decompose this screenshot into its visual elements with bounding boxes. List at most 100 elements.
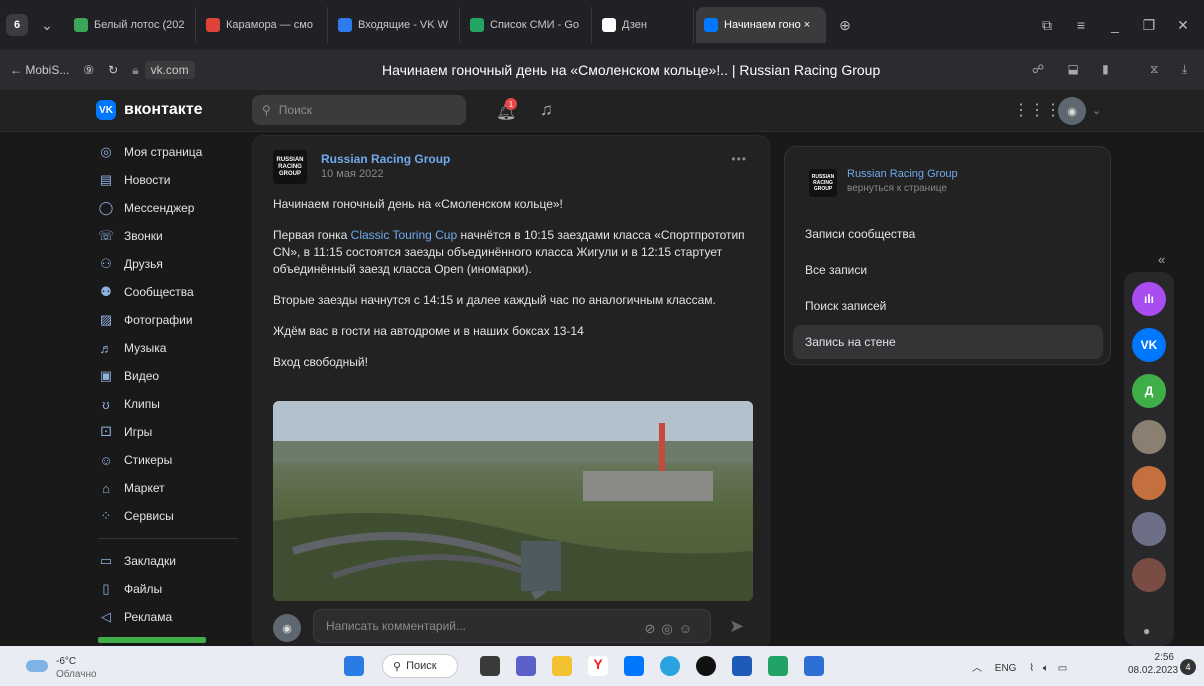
task-view-icon[interactable] [480, 656, 500, 676]
menu-icon[interactable]: ≡ [1066, 17, 1096, 33]
tiktok-icon[interactable] [696, 656, 716, 676]
clips-icon: ʊ [102, 396, 110, 412]
tab-counter[interactable]: 6 [6, 14, 28, 36]
page-actions[interactable]: ☍ ⬓ ▮ [1032, 62, 1119, 76]
extensions-icon[interactable]: ⧖ [1150, 62, 1158, 77]
browser-tab[interactable]: Начинаем гоно × [696, 7, 826, 43]
battery-icon[interactable]: ▭ [1058, 663, 1067, 674]
search-icon: ⚲ [393, 660, 402, 673]
send-icon[interactable]: ➤ [729, 616, 744, 637]
post-paragraph: Первая гонка Classic Touring Cup начнётс… [273, 227, 753, 278]
nav-item[interactable]: ▨ Фотографии [98, 306, 248, 334]
hashtag-link[interactable]: Classic Touring Cup [351, 228, 458, 242]
vk-logo[interactable]: VK вконтакте [96, 100, 203, 120]
collections-icon[interactable]: ⧉ [1032, 17, 1062, 34]
nav-item-label: Стикеры [124, 453, 173, 467]
nav-item[interactable]: ⁘ Сервисы [98, 502, 248, 530]
file-explorer-icon[interactable] [552, 656, 572, 676]
chevron-down-icon[interactable]: ⌄ [1092, 104, 1101, 117]
security-app-icon[interactable] [732, 656, 752, 676]
taskbar-search-label: Поиск [406, 660, 437, 672]
wifi-icon[interactable]: ⌇ [1029, 663, 1034, 674]
sheets-icon[interactable] [768, 656, 788, 676]
browser-tab[interactable]: Входящие - VK W [330, 7, 460, 43]
shield-icon[interactable]: ⑨ [83, 63, 94, 77]
files-icon: ▯ [102, 581, 110, 596]
music-note-icon[interactable]: ♫ [540, 100, 553, 120]
contact-avatar-2[interactable] [1132, 466, 1166, 500]
nav-item[interactable]: ♬ Музыка [98, 334, 248, 362]
tab-favicon-icon [338, 18, 352, 32]
sidebar-link[interactable]: Запись на стене [793, 325, 1103, 359]
nav-item[interactable]: ⚇ Друзья [98, 250, 248, 278]
contact-avatar-1[interactable] [1132, 420, 1166, 454]
collapse-icon[interactable]: « [1158, 252, 1165, 267]
nav-banner[interactable] [98, 637, 206, 643]
temperature: -6°C [56, 656, 77, 667]
nav-item[interactable]: ▣ Видео [98, 362, 248, 390]
new-tab-button[interactable]: ⊕ [830, 17, 860, 34]
post-paragraph: Вход свободный! [273, 355, 368, 369]
group-avatar[interactable]: RUSSIAN RACING GROUP [809, 169, 837, 197]
sidebar-link[interactable]: Поиск записей [793, 289, 1103, 323]
contact-d-avatar[interactable]: Д [1132, 374, 1166, 408]
sidebar-link[interactable]: Записи сообщества [793, 217, 1103, 251]
nav-item[interactable]: ⌂ Маркет [98, 474, 248, 502]
vk-music-icon[interactable]: ılı [1132, 282, 1166, 316]
nav-item[interactable]: ▤ Новости [98, 166, 248, 194]
nav-item[interactable]: ▯ Файлы [98, 575, 248, 603]
minimize-button[interactable]: _ [1100, 17, 1130, 33]
chevron-up-icon[interactable]: ︿ [972, 663, 982, 674]
more-options-icon[interactable]: ••• [731, 152, 747, 166]
url-field[interactable]: vk.com [144, 61, 195, 79]
sidebar-link[interactable]: Все записи [793, 253, 1103, 287]
volume-icon[interactable]: 🔈︎ [1043, 663, 1049, 674]
browser-tab[interactable]: Дзен [594, 7, 694, 43]
vk-app-icon[interactable]: VK [1132, 328, 1166, 362]
telegram-icon[interactable] [660, 656, 680, 676]
browser-tab[interactable]: Белый лотос (202 [66, 7, 196, 43]
browser-tab[interactable]: Список СМИ - Go [462, 7, 592, 43]
app-icon[interactable] [804, 656, 824, 676]
back-to-page-link[interactable]: вернуться к странице [847, 183, 947, 194]
windows-taskbar: -6°C Облачно ⚲ Поиск Y ︿ ENG ⌇ 🔈︎ ▭ 2:56 … [0, 646, 1204, 686]
post-author[interactable]: Russian Racing Group [321, 152, 450, 166]
nav-item[interactable]: ☺ Стикеры [98, 446, 248, 474]
back-button[interactable]: ← MobiS... [10, 63, 69, 77]
contact-avatar-4[interactable] [1132, 558, 1166, 592]
windows-start-icon[interactable] [344, 656, 364, 676]
group-avatar[interactable]: RUSSIAN RACING GROUP [273, 150, 307, 184]
nav-item[interactable]: ◁ Реклама [98, 603, 248, 631]
browser-tab[interactable]: Карамора — смо [198, 7, 328, 43]
chat-app-icon[interactable] [516, 656, 536, 676]
nav-item[interactable]: ☏ Звонки [98, 222, 248, 250]
comment-input[interactable]: Написать комментарий... ⊘◎☺ [313, 609, 711, 643]
download-icon[interactable]: ⤓ [1182, 62, 1187, 77]
profile-avatar[interactable]: ◉ [1058, 97, 1086, 125]
nav-item[interactable]: ʊ Клипы [98, 390, 248, 418]
nav-item[interactable]: ⚉ Сообщества [98, 278, 248, 306]
chat-bubble-icon[interactable]: ● [1143, 624, 1150, 638]
post-photo[interactable] [273, 401, 753, 601]
nav-item[interactable]: ⚀ Игры [98, 418, 248, 446]
reload-icon[interactable]: ↻ [108, 63, 118, 77]
close-window-button[interactable]: ✕ [1168, 17, 1198, 34]
nav-item[interactable]: ▭ Закладки [98, 547, 248, 575]
chevron-down-icon[interactable]: ⌄ [32, 17, 62, 34]
clock[interactable]: 2:56 08.02.2023 [1128, 651, 1178, 677]
nav-item[interactable]: ◎ Моя страница [98, 138, 248, 166]
post-date[interactable]: 10 мая 2022 [321, 168, 383, 180]
taskbar-search[interactable]: ⚲ Поиск [382, 654, 458, 678]
apps-grid-icon[interactable]: ⋮⋮⋮ [1013, 100, 1061, 120]
language-indicator[interactable]: ENG [995, 663, 1017, 674]
yandex-browser-icon[interactable]: Y [588, 656, 608, 676]
system-tray[interactable]: ︿ ENG ⌇ 🔈︎ ▭ [972, 659, 1067, 674]
group-name-link[interactable]: Russian Racing Group [847, 168, 958, 180]
vk-taskbar-icon[interactable] [624, 656, 644, 676]
nav-item[interactable]: ◯ Мессенджер [98, 194, 248, 222]
restore-button[interactable]: ❐ [1134, 17, 1164, 34]
attach-icons[interactable]: ⊘◎☺ [644, 621, 698, 637]
contact-avatar-3[interactable] [1132, 512, 1166, 546]
search-input[interactable]: ⚲ Поиск [252, 95, 466, 125]
notification-count[interactable]: 4 [1180, 659, 1196, 675]
